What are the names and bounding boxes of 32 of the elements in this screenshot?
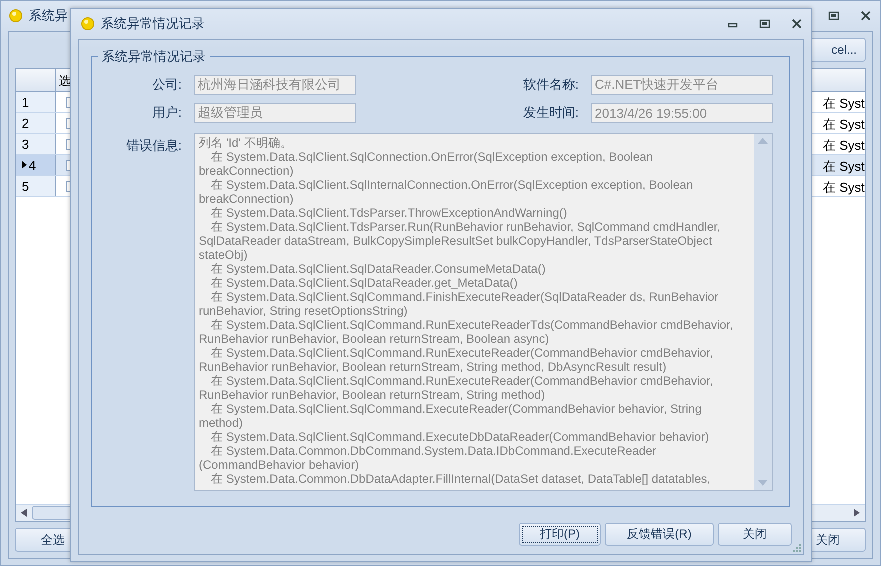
resize-grip-icon[interactable]	[791, 542, 801, 552]
column-header[interactable]: 选	[56, 69, 72, 91]
table-cell-text: 在 Syst	[823, 95, 865, 112]
row-header[interactable]: 5	[16, 176, 56, 196]
table-cell-text: 在 Syst	[823, 179, 865, 196]
feedback-button[interactable]: 反馈错误(R)	[605, 523, 714, 546]
field-label: 错误信息:	[125, 137, 182, 155]
table-cell-text: 在 Syst	[823, 158, 865, 175]
row-header[interactable]: 2	[16, 113, 56, 133]
scroll-right-icon[interactable]	[854, 509, 860, 517]
dialog-title: 系统异常情况记录	[101, 15, 205, 33]
scroll-left-icon[interactable]	[21, 509, 27, 517]
window-title: 系统异	[29, 7, 68, 25]
close-icon[interactable]	[860, 10, 872, 22]
print-button[interactable]: 打印(P)	[519, 523, 601, 546]
app-icon	[9, 9, 23, 23]
close-icon[interactable]	[791, 18, 803, 30]
table-cell-text: 在 Syst	[823, 137, 865, 154]
row-header[interactable]: 3	[16, 134, 56, 154]
field-label: 用户:	[151, 104, 182, 122]
group-title: 系统异常情况记录	[98, 48, 210, 66]
field-label: 发生时间:	[522, 104, 579, 122]
maximize-icon[interactable]	[759, 18, 771, 30]
app-icon	[81, 17, 95, 31]
field-label: 公司:	[151, 76, 182, 94]
row-header[interactable]: 4	[16, 155, 56, 175]
restore-icon[interactable]	[828, 10, 840, 22]
field-label: 软件名称:	[522, 76, 579, 94]
current-row-icon	[22, 161, 27, 169]
close-button[interactable]: 关闭	[718, 523, 792, 546]
row-header[interactable]: 1	[16, 92, 56, 112]
table-cell-text: 在 Syst	[823, 116, 865, 133]
